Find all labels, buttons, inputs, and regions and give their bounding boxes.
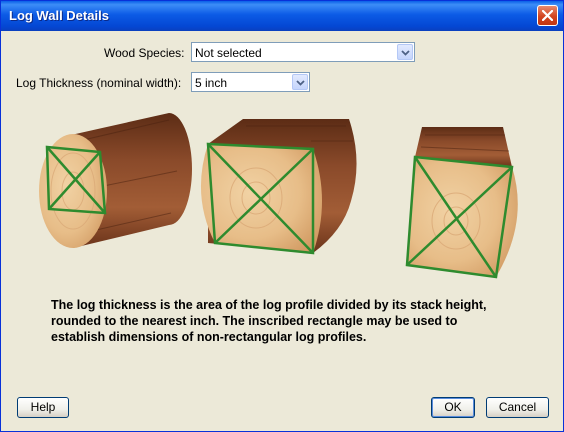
flat-top-log-image	[405, 127, 518, 279]
description-line: establish dimensions of non-rectangular …	[51, 330, 367, 344]
log-profiles-illustration	[39, 113, 518, 279]
ok-button[interactable]: OK	[431, 397, 475, 418]
d-profile-log-image	[200, 119, 357, 255]
help-button[interactable]: Help	[17, 397, 69, 418]
round-log-image	[39, 113, 192, 248]
description-line: rounded to the nearest inch. The inscrib…	[51, 314, 458, 328]
description-text: The log thickness is the area of the log…	[51, 297, 521, 345]
dialog-window: Log Wall Details Wood Species: Not selec…	[0, 0, 564, 432]
description-line: The log thickness is the area of the log…	[51, 298, 487, 312]
cancel-button[interactable]: Cancel	[486, 397, 549, 418]
